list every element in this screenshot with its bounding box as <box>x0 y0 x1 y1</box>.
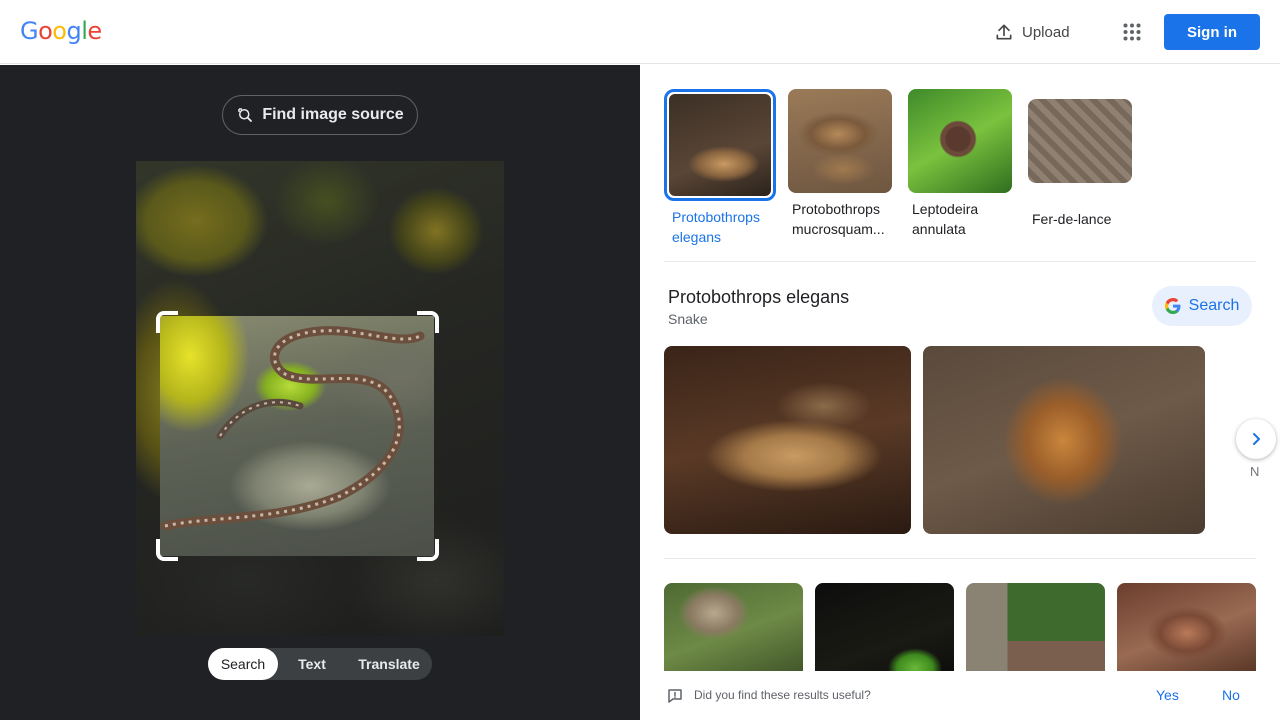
match-label: Fer-de-lance <box>1032 211 1112 227</box>
mode-switcher: Search Text Translate <box>208 648 432 680</box>
logo-letter: e <box>87 17 102 45</box>
top-bar: Google Upload Sign in <box>0 0 1280 64</box>
match-chip[interactable]: Fer-de-lance <box>1024 89 1136 229</box>
result-image[interactable] <box>1117 583 1256 683</box>
match-chip[interactable]: Protobothrops mucrosquam... <box>784 89 896 239</box>
result-image[interactable] <box>966 583 1105 683</box>
match-chip[interactable]: Protobothrops elegans <box>664 89 776 247</box>
clipped-caption: N <box>1250 464 1260 479</box>
google-logo[interactable]: Google <box>20 17 102 45</box>
match-label: Leptodeira annulata <box>912 201 979 237</box>
upload-button[interactable]: Upload <box>986 16 1078 48</box>
match-label: Protobothrops elegans <box>672 209 760 245</box>
result-image[interactable] <box>815 583 954 683</box>
entity-title: Protobothrops elegans <box>668 287 850 307</box>
feedback-no-button[interactable]: No <box>1222 687 1240 703</box>
crop-selection[interactable] <box>160 316 434 556</box>
feedback-bar: Did you find these results useful? Yes N… <box>640 671 1280 720</box>
logo-letter: g <box>66 17 82 45</box>
image-search-icon <box>238 108 253 122</box>
chevron-right-icon <box>1253 433 1260 445</box>
result-image[interactable] <box>923 346 1205 534</box>
sign-in-button[interactable]: Sign in <box>1164 14 1260 50</box>
feedback-question: Did you find these results useful? <box>694 688 871 702</box>
divider <box>664 558 1256 559</box>
match-label: Protobothrops mucrosquam... <box>792 201 885 237</box>
match-thumbnail <box>908 89 1012 193</box>
logo-letter: o <box>38 17 53 45</box>
match-chip[interactable]: Leptodeira annulata <box>904 89 1016 239</box>
apps-grid-icon <box>1123 23 1141 41</box>
feedback-icon <box>668 689 682 703</box>
next-results-button[interactable] <box>1236 419 1276 459</box>
find-image-source-label: Find image source <box>262 106 404 123</box>
crop-handle-top-left[interactable] <box>156 311 178 333</box>
tab-translate[interactable]: Translate <box>346 648 432 680</box>
match-thumbnail <box>1028 99 1132 183</box>
match-thumbnail <box>664 89 776 201</box>
crop-handle-bottom-right[interactable] <box>417 539 439 561</box>
google-search-button[interactable]: Search <box>1152 286 1252 326</box>
google-g-icon <box>1164 298 1181 314</box>
google-search-label: Search <box>1188 297 1240 314</box>
divider <box>664 261 1256 262</box>
results-pane: Protobothrops elegans Protobothrops mucr… <box>640 65 1280 720</box>
tab-text[interactable]: Text <box>278 648 346 680</box>
crop-handle-top-right[interactable] <box>417 311 439 333</box>
upload-label: Upload <box>1022 23 1070 41</box>
feedback-yes-button[interactable]: Yes <box>1156 687 1179 703</box>
logo-letter: G <box>20 17 39 45</box>
result-image[interactable] <box>664 346 911 534</box>
upload-icon <box>996 24 1012 40</box>
find-image-source-button[interactable]: Find image source <box>222 95 418 135</box>
query-image[interactable] <box>136 161 504 636</box>
tab-search[interactable]: Search <box>208 648 278 680</box>
crop-handle-bottom-left[interactable] <box>156 539 178 561</box>
result-image[interactable] <box>664 583 803 683</box>
snake-image <box>160 326 425 531</box>
match-thumbnail <box>788 89 892 193</box>
apps-button[interactable] <box>1116 16 1148 48</box>
entity-subtitle: Snake <box>668 311 708 327</box>
query-image-pane: Find image source Search Text Translate <box>0 65 640 720</box>
logo-letter: o <box>52 17 67 45</box>
